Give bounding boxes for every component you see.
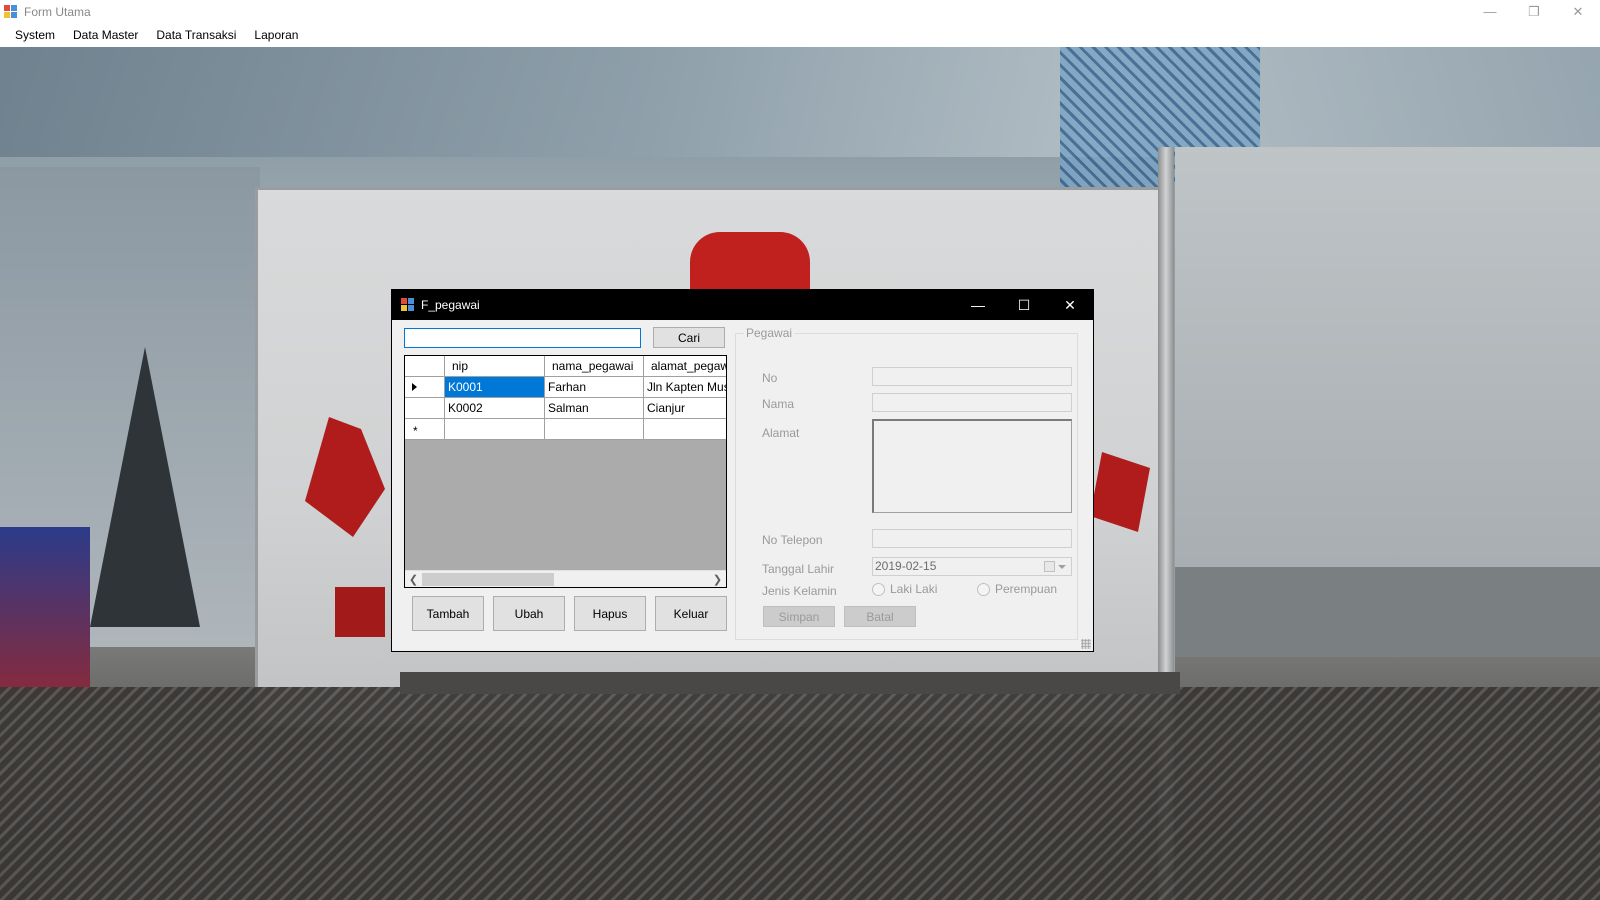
- radio-circle-icon: [977, 582, 990, 596]
- new-row[interactable]: *: [405, 419, 726, 440]
- minimize-button[interactable]: —: [1468, 0, 1512, 23]
- restore-button[interactable]: ❐: [1512, 0, 1556, 23]
- new-row-marker: *: [413, 424, 418, 438]
- tanggal-lahir-value: 2019-02-15: [875, 559, 937, 573]
- pegawai-groupbox: Pegawai No Nama Alamat No Telepon Tangga…: [735, 326, 1078, 640]
- table-row[interactable]: K0001 Farhan Jln Kapten Musa: [405, 377, 726, 398]
- table-cell[interactable]: [545, 419, 644, 440]
- row-header[interactable]: [405, 398, 445, 419]
- nama-field[interactable]: [872, 393, 1072, 412]
- pegawai-maximize-button[interactable]: ☐: [1001, 290, 1047, 320]
- table-cell[interactable]: K0002: [445, 398, 545, 419]
- no-field[interactable]: [872, 367, 1072, 386]
- jenis-kelamin-label: Jenis Kelamin: [762, 584, 837, 598]
- menu-data-master[interactable]: Data Master: [64, 23, 147, 47]
- no-label: No: [762, 371, 778, 385]
- menu-laporan[interactable]: Laporan: [245, 23, 307, 47]
- menu-bar: System Data Master Data Transaksi Lapora…: [0, 23, 1600, 47]
- close-button[interactable]: ✕: [1556, 0, 1600, 23]
- perempuan-label: Perempuan: [995, 582, 1058, 596]
- pegawai-window: F_pegawai — ☐ ✕ Cari nip nama_pegawai al…: [391, 289, 1094, 652]
- pegawai-window-title: F_pegawai: [421, 298, 480, 312]
- resize-grip-icon[interactable]: [1081, 639, 1091, 649]
- pegawai-grid[interactable]: nip nama_pegawai alamat_pegawai K0001 Fa…: [404, 355, 727, 588]
- tambah-button[interactable]: Tambah: [412, 596, 484, 631]
- main-titlebar: Form Utama — ❐ ✕: [0, 0, 1600, 23]
- scroll-right-icon[interactable]: ❯: [709, 571, 726, 587]
- table-cell[interactable]: Salman: [545, 398, 644, 419]
- calendar-icon: [1044, 561, 1055, 572]
- no-telepon-label: No Telepon: [762, 533, 823, 547]
- cari-button[interactable]: Cari: [653, 327, 725, 348]
- laki-laki-label: Laki Laki: [890, 582, 938, 596]
- column-header-nama-pegawai[interactable]: nama_pegawai: [545, 356, 644, 377]
- main-window-title: Form Utama: [24, 4, 91, 19]
- perempuan-radio[interactable]: Perempuan: [977, 582, 1057, 596]
- tanggal-lahir-label: Tanggal Lahir: [762, 562, 835, 576]
- current-row-icon: [412, 383, 417, 391]
- tanggal-lahir-picker[interactable]: 2019-02-15: [872, 557, 1072, 576]
- grid-corner[interactable]: [405, 356, 445, 377]
- pegawai-titlebar[interactable]: F_pegawai — ☐ ✕: [392, 290, 1093, 320]
- column-header-alamat-pegawai[interactable]: alamat_pegawai: [644, 356, 726, 377]
- batal-button[interactable]: Batal: [844, 606, 916, 627]
- groupbox-title: Pegawai: [744, 326, 795, 340]
- alamat-field[interactable]: [872, 419, 1072, 513]
- pegawai-minimize-button[interactable]: —: [955, 290, 1001, 320]
- chevron-down-icon[interactable]: [1058, 565, 1066, 569]
- table-cell[interactable]: Farhan: [545, 377, 644, 398]
- ubah-button[interactable]: Ubah: [493, 596, 565, 631]
- table-cell[interactable]: Jln Kapten Musa: [644, 377, 726, 398]
- scroll-left-icon[interactable]: ❮: [405, 571, 422, 587]
- scrollbar-thumb[interactable]: [422, 573, 554, 586]
- table-cell[interactable]: [644, 419, 726, 440]
- horizontal-scrollbar[interactable]: ❮ ❯: [405, 570, 726, 587]
- table-row[interactable]: K0002 Salman Cianjur: [405, 398, 726, 419]
- app-icon: [4, 4, 18, 19]
- pegawai-close-button[interactable]: ✕: [1047, 290, 1093, 320]
- search-input[interactable]: [404, 328, 641, 348]
- laki-laki-radio[interactable]: Laki Laki: [872, 582, 937, 596]
- table-cell[interactable]: K0001: [445, 377, 545, 398]
- table-cell[interactable]: Cianjur: [644, 398, 726, 419]
- table-cell[interactable]: [445, 419, 545, 440]
- alamat-label: Alamat: [762, 426, 800, 440]
- menu-system[interactable]: System: [6, 23, 64, 47]
- column-header-nip[interactable]: nip: [445, 356, 545, 377]
- form-icon: [401, 298, 415, 312]
- grid-header-row: nip nama_pegawai alamat_pegawai: [405, 356, 726, 377]
- row-header[interactable]: *: [405, 419, 445, 440]
- nama-label: Nama: [762, 397, 795, 411]
- hapus-button[interactable]: Hapus: [574, 596, 646, 631]
- simpan-button[interactable]: Simpan: [763, 606, 835, 627]
- menu-data-transaksi[interactable]: Data Transaksi: [147, 23, 245, 47]
- radio-circle-icon: [872, 582, 885, 596]
- no-telepon-field[interactable]: [872, 529, 1072, 548]
- keluar-button[interactable]: Keluar: [655, 596, 727, 631]
- row-header[interactable]: [405, 377, 445, 398]
